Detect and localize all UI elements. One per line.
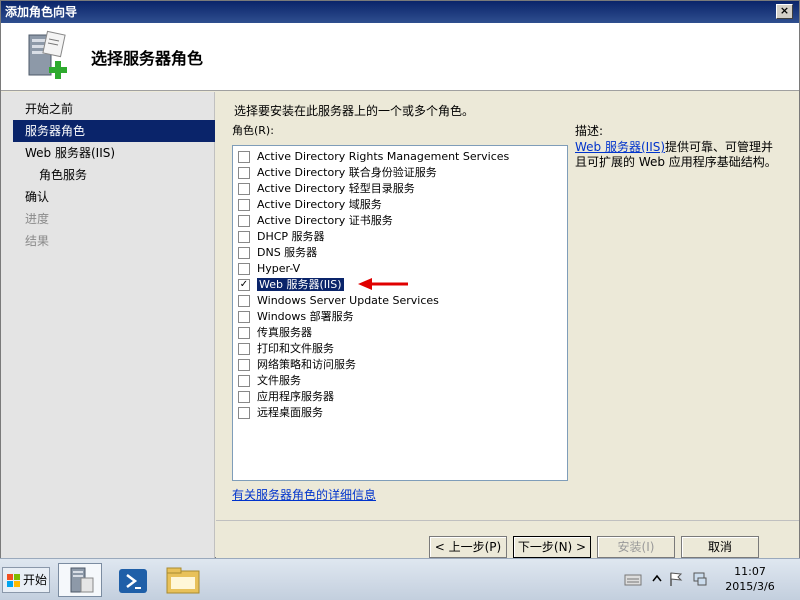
- role-checkbox[interactable]: [238, 199, 250, 211]
- role-list-item[interactable]: 远程桌面服务: [233, 405, 567, 421]
- wizard-button-bar: < 上一步(P) 下一步(N) > 安装(I) 取消: [216, 520, 799, 559]
- red-arrow-annotation: [358, 278, 408, 290]
- role-checkbox[interactable]: [238, 375, 250, 387]
- description-label: 描述:: [575, 124, 604, 138]
- role-label: DHCP 服务器: [257, 230, 325, 243]
- description-text: Web 服务器(IIS)提供可靠、可管理并且可扩展的 Web 应用程序基础结构。: [575, 140, 780, 170]
- close-button[interactable]: ×: [776, 4, 793, 19]
- window-title: 添加角色向导: [5, 5, 78, 19]
- add-roles-wizard-window: 添加角色向导 × 选择服务器角色 开始之前 服务器角色 Web 服务器(IIS)…: [0, 0, 800, 559]
- role-label: DNS 服务器: [257, 246, 318, 259]
- instruction-text: 选择要安装在此服务器上的一个或多个角色。: [234, 104, 475, 118]
- role-checkbox[interactable]: [238, 247, 250, 259]
- role-label: 文件服务: [257, 374, 301, 387]
- role-checkbox[interactable]: ✓: [238, 279, 250, 291]
- role-label: Active Directory 联合身份验证服务: [257, 166, 437, 179]
- role-list-item[interactable]: 传真服务器: [233, 325, 567, 341]
- next-button[interactable]: 下一步(N) >: [513, 536, 591, 558]
- nav-step-role-services[interactable]: 角色服务: [1, 164, 214, 186]
- role-label: Hyper-V: [257, 262, 301, 275]
- title-bar[interactable]: 添加角色向导 ×: [1, 1, 799, 23]
- role-checkbox[interactable]: [238, 391, 250, 403]
- folder-icon: [166, 567, 200, 594]
- nav-step-before-you-begin[interactable]: 开始之前: [1, 98, 214, 120]
- roles-listbox[interactable]: Active Directory Rights Management Servi…: [232, 145, 568, 481]
- role-label: 传真服务器: [257, 326, 312, 339]
- network-icon[interactable]: [692, 571, 708, 587]
- nav-step-confirmation[interactable]: 确认: [1, 186, 214, 208]
- role-list-item[interactable]: 应用程序服务器: [233, 389, 567, 405]
- role-checkbox[interactable]: [238, 231, 250, 243]
- role-list-item[interactable]: DNS 服务器: [233, 245, 567, 261]
- description-role-link[interactable]: Web 服务器(IIS): [575, 140, 665, 154]
- role-label: 应用程序服务器: [257, 390, 334, 403]
- role-list-item[interactable]: Active Directory 域服务: [233, 197, 567, 213]
- role-list-item[interactable]: Windows 部署服务: [233, 309, 567, 325]
- role-label: Web 服务器(IIS): [257, 278, 344, 291]
- role-details-link[interactable]: 有关服务器角色的详细信息: [232, 486, 376, 503]
- role-checkbox[interactable]: [238, 311, 250, 323]
- role-list-item[interactable]: Active Directory 联合身份验证服务: [233, 165, 567, 181]
- role-list-item[interactable]: 文件服务: [233, 373, 567, 389]
- role-checkbox[interactable]: [238, 167, 250, 179]
- nav-step-web-server-iis[interactable]: Web 服务器(IIS): [1, 142, 214, 164]
- taskbar-server-manager[interactable]: [58, 563, 102, 597]
- taskbar: 开始 11:07 2015/3/6: [0, 558, 800, 600]
- start-label: 开始: [23, 573, 48, 587]
- nav-step-server-roles[interactable]: 服务器角色: [13, 120, 215, 142]
- page-title: 选择服务器角色: [91, 49, 204, 68]
- role-list-item[interactable]: 网络策略和访问服务: [233, 357, 567, 373]
- wizard-steps-nav: 开始之前 服务器角色 Web 服务器(IIS) 角色服务 确认 进度 结果: [1, 92, 215, 559]
- clock-time: 11:07: [734, 565, 766, 578]
- taskbar-clock[interactable]: 11:07 2015/3/6: [722, 564, 778, 594]
- taskbar-explorer[interactable]: [160, 563, 204, 597]
- nav-step-results: 结果: [25, 234, 50, 248]
- role-checkbox[interactable]: [238, 295, 250, 307]
- windows-logo-icon: [7, 574, 20, 587]
- role-label: 打印和文件服务: [257, 342, 334, 355]
- role-checkbox[interactable]: [238, 183, 250, 195]
- role-label: Active Directory 证书服务: [257, 214, 393, 227]
- role-label: Windows 部署服务: [257, 310, 354, 323]
- keyboard-icon[interactable]: [624, 571, 642, 587]
- role-checkbox[interactable]: [238, 359, 250, 371]
- start-button[interactable]: 开始: [2, 567, 50, 593]
- role-label: Active Directory 域服务: [257, 198, 382, 211]
- role-checkbox[interactable]: [238, 407, 250, 419]
- show-hidden-icons-icon[interactable]: [652, 573, 662, 585]
- role-checkbox[interactable]: [238, 215, 250, 227]
- roles-label: 角色(R):: [232, 124, 274, 137]
- role-label: Active Directory 轻型目录服务: [257, 182, 415, 195]
- role-list-item[interactable]: Active Directory 轻型目录服务: [233, 181, 567, 197]
- role-checkbox[interactable]: [238, 343, 250, 355]
- main-content: 选择要安装在此服务器上的一个或多个角色。 角色(R): Active Direc…: [216, 92, 799, 519]
- server-manager-icon: [70, 567, 94, 593]
- wizard-header: 选择服务器角色: [1, 23, 799, 91]
- role-checkbox[interactable]: [238, 151, 250, 163]
- role-label: Windows Server Update Services: [257, 294, 439, 307]
- role-list-item[interactable]: 打印和文件服务: [233, 341, 567, 357]
- previous-button[interactable]: < 上一步(P): [429, 536, 507, 558]
- cancel-button[interactable]: 取消: [681, 536, 759, 558]
- install-button: 安装(I): [597, 536, 675, 558]
- server-add-icon: [28, 30, 67, 79]
- role-list-item[interactable]: DHCP 服务器: [233, 229, 567, 245]
- role-label: 远程桌面服务: [257, 406, 323, 419]
- role-list-item[interactable]: Windows Server Update Services: [233, 293, 567, 309]
- role-list-item[interactable]: Hyper-V: [233, 261, 567, 277]
- clock-date: 2015/3/6: [725, 580, 775, 593]
- role-checkbox[interactable]: [238, 327, 250, 339]
- role-list-item[interactable]: Active Directory Rights Management Servi…: [233, 149, 567, 165]
- role-checkbox[interactable]: [238, 263, 250, 275]
- role-label: 网络策略和访问服务: [257, 358, 356, 371]
- role-list-item[interactable]: Active Directory 证书服务: [233, 213, 567, 229]
- action-center-flag-icon[interactable]: [668, 571, 684, 587]
- powershell-icon: [119, 569, 147, 593]
- nav-step-progress: 进度: [25, 212, 50, 226]
- taskbar-powershell[interactable]: [110, 563, 154, 597]
- role-label: Active Directory Rights Management Servi…: [257, 150, 510, 163]
